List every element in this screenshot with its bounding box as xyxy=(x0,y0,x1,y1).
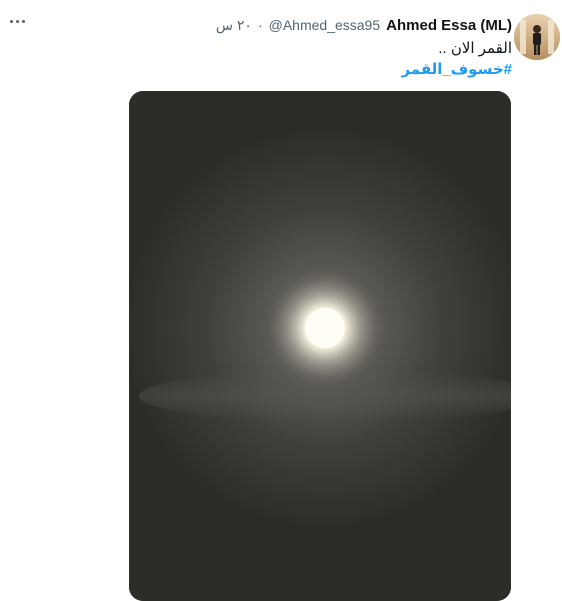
tweet-media-image[interactable] xyxy=(129,91,511,601)
header-separator: · xyxy=(257,17,263,33)
tweet-text: القمر الان .. xyxy=(438,40,512,57)
more-dot xyxy=(15,19,19,23)
more-dot xyxy=(9,19,13,23)
tweet-card[interactable]: ٢٠ س · @Ahmed_essa95 Ahmed Essa (ML) الق… xyxy=(0,0,562,601)
tweet-timestamp[interactable]: ٢٠ س xyxy=(216,17,252,34)
avatar-image xyxy=(514,14,560,60)
moon-photo xyxy=(129,91,511,601)
more-options-button[interactable] xyxy=(6,12,28,30)
hashtag-link[interactable]: #خسوف_القمر xyxy=(401,60,512,78)
author-avatar[interactable] xyxy=(514,14,560,60)
author-name[interactable]: Ahmed Essa (ML) xyxy=(386,17,512,34)
moon xyxy=(305,308,345,348)
more-dot xyxy=(21,19,25,23)
tweet-header: ٢٠ س · @Ahmed_essa95 Ahmed Essa (ML) xyxy=(216,14,512,36)
author-handle[interactable]: @Ahmed_essa95 xyxy=(269,17,381,33)
